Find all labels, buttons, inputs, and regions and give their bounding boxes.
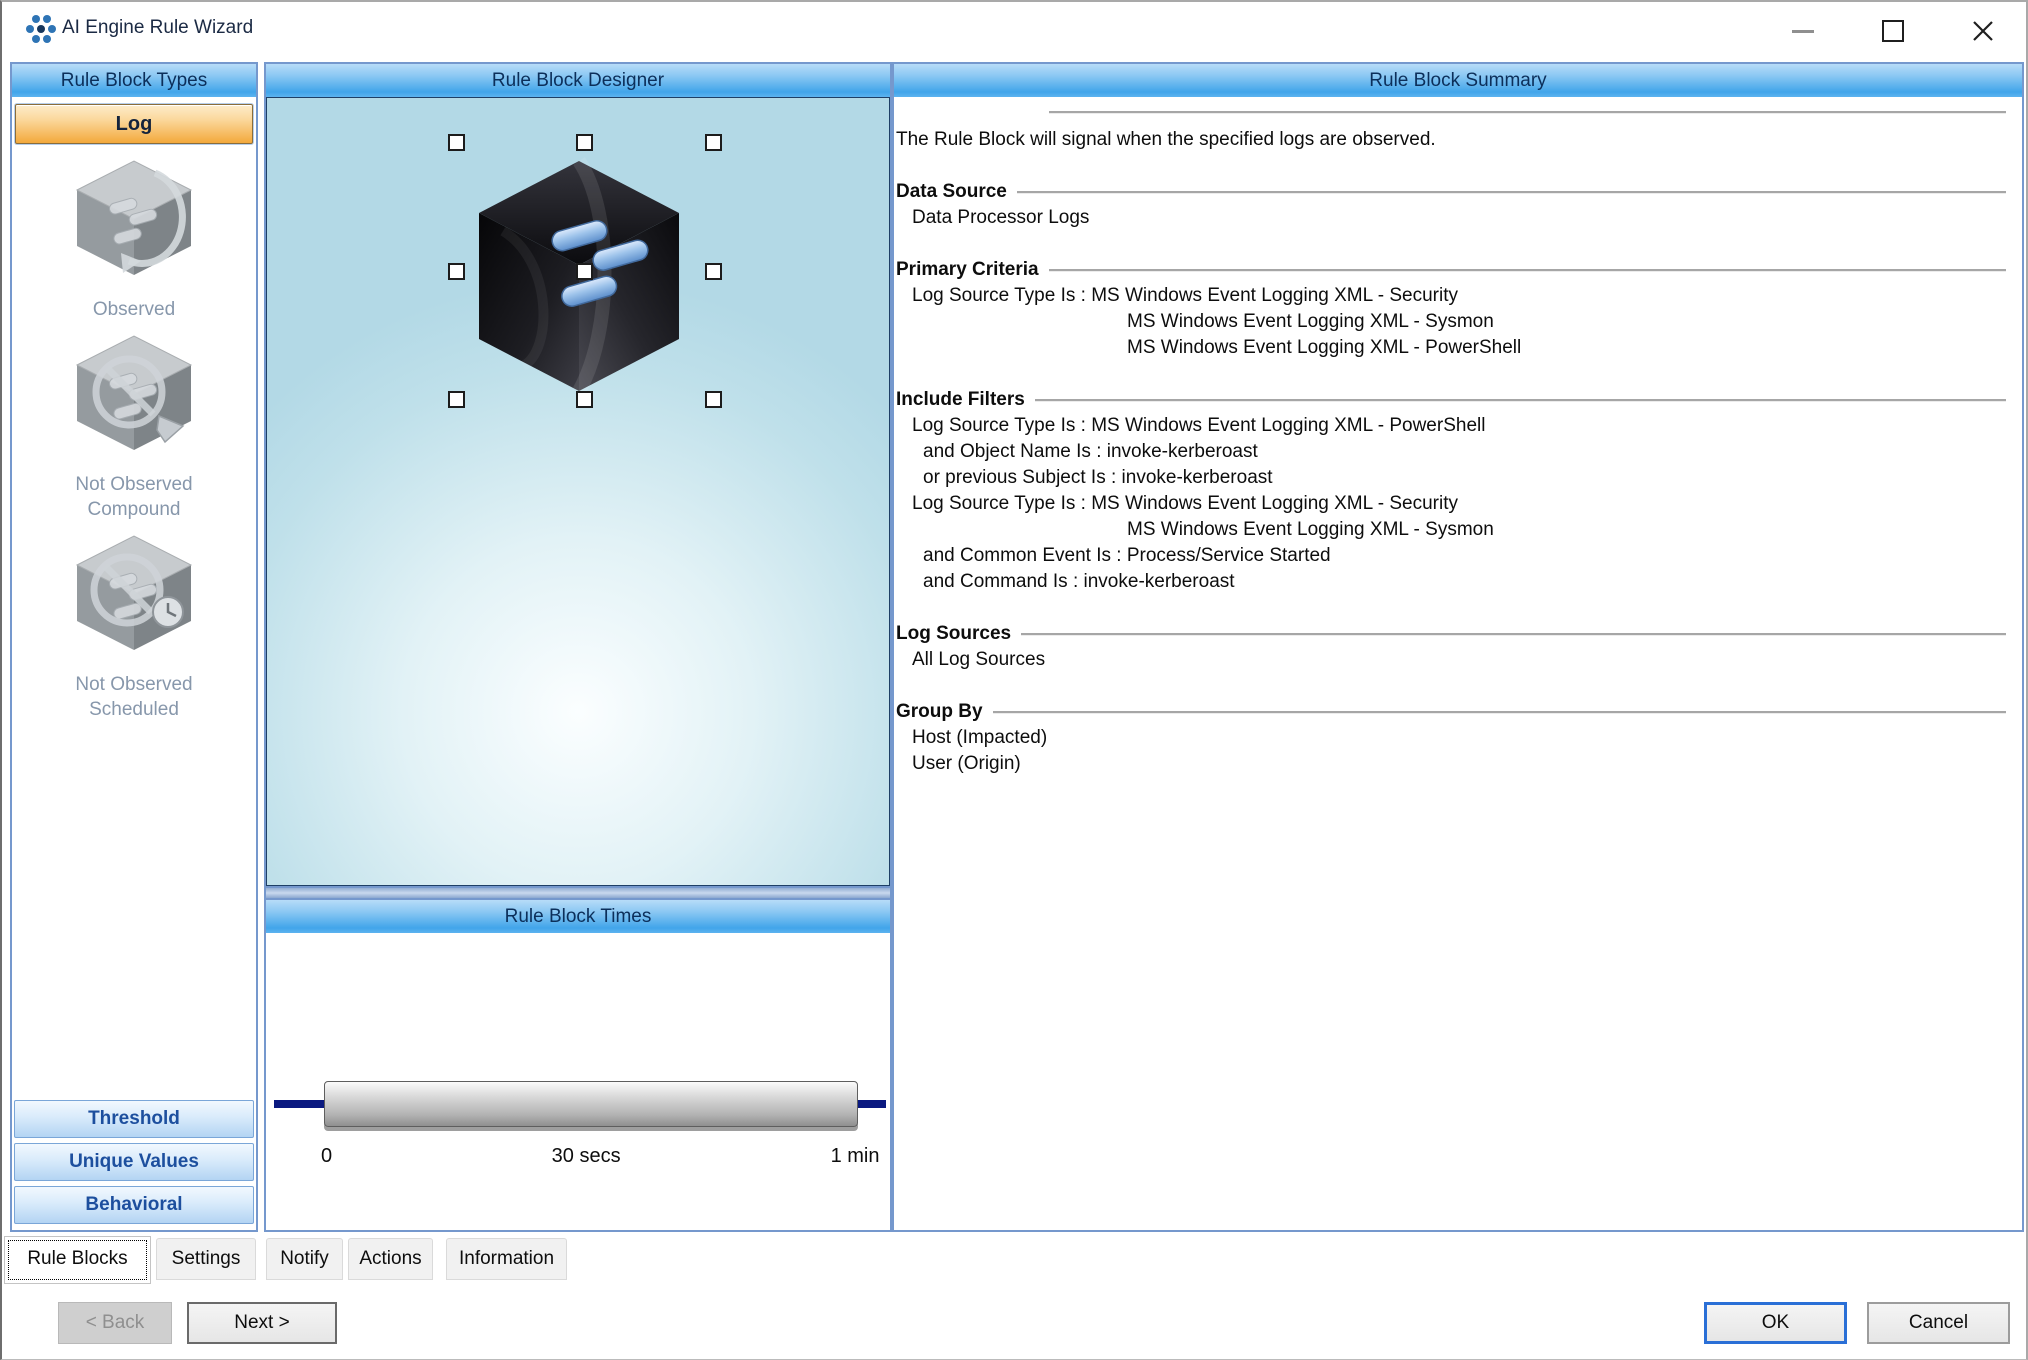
summary-section-rule <box>1021 633 2006 636</box>
time-tick-0: 0 <box>321 1145 332 1168</box>
rule-block-type-list: Observed Not ObservedCompound Not Observed… <box>12 147 256 722</box>
type-item-label: Not ObservedScheduled <box>12 672 256 722</box>
summary-line: Data Processor Logs <box>896 205 2006 231</box>
next-button[interactable]: Next > <box>187 1302 337 1344</box>
summary-section-title: Log Sources <box>896 621 1011 647</box>
rule-block-times-panel: Rule Block Times 0 30 secs 1 min <box>264 898 892 1232</box>
summary-section-heading: Primary Criteria <box>896 257 2006 283</box>
rule-block-types-header: Rule Block Types <box>12 64 256 98</box>
maximize-icon <box>1882 20 1904 42</box>
rule-block-summary-header: Rule Block Summary <box>894 64 2022 98</box>
summary-section-log-sources: Log SourcesAll Log Sources <box>896 621 2006 673</box>
summary-section-rule <box>993 711 2006 714</box>
close-button[interactable] <box>1960 12 2006 50</box>
summary-section-title: Primary Criteria <box>896 257 1039 283</box>
rule-block-designer-header: Rule Block Designer <box>266 64 890 98</box>
summary-top-rule <box>1049 111 2006 114</box>
type-category-buttons: Threshold Unique Values Behavioral <box>14 1095 254 1224</box>
maximize-button[interactable] <box>1870 12 1916 50</box>
rule-block-summary-body: The Rule Block will signal when the spec… <box>894 97 2022 1230</box>
type-item-observed[interactable]: Observed <box>12 157 256 322</box>
selection-handle-0-0[interactable] <box>448 134 465 151</box>
summary-section-primary-criteria: Primary CriteriaLog Source Type Is : MS … <box>896 257 2006 361</box>
type-item-not-observed-scheduled[interactable]: Not ObservedScheduled <box>12 532 256 722</box>
rule-block-times-header: Rule Block Times <box>266 900 890 934</box>
summary-sections: Data SourceData Processor Logs Primary Cr… <box>896 179 2006 777</box>
selection-handle-1-1[interactable] <box>576 263 593 280</box>
behavioral-type-button[interactable]: Behavioral <box>14 1186 254 1224</box>
summary-section-title: Data Source <box>896 179 1007 205</box>
type-item-label: Not ObservedCompound <box>12 472 256 522</box>
rule-block-summary-panel: Rule Block Summary The Rule Block will s… <box>892 62 2024 1232</box>
designer-times-splitter[interactable] <box>264 888 892 898</box>
tab-notify[interactable]: Notify <box>266 1238 343 1280</box>
summary-section-rule <box>1017 191 2006 194</box>
summary-section-heading: Data Source <box>896 179 2006 205</box>
summary-section-include-filters: Include FiltersLog Source Type Is : MS W… <box>896 387 2006 595</box>
summary-section-rule <box>1035 399 2006 402</box>
log-type-button[interactable]: Log <box>15 104 253 144</box>
time-tick-30-secs: 30 secs <box>552 1145 621 1168</box>
selection-handle-2-2[interactable] <box>705 391 722 408</box>
summary-line: User (Origin) <box>896 751 2006 777</box>
summary-line: All Log Sources <box>896 647 2006 673</box>
summary-section-group-by: Group ByHost (Impacted)User (Origin) <box>896 699 2006 777</box>
summary-line: and Object Name Is : invoke-kerberoast <box>896 439 2006 465</box>
summary-section-title: Include Filters <box>896 387 1025 413</box>
unique-values-type-button[interactable]: Unique Values <box>14 1143 254 1181</box>
logrhythm-dots-icon <box>24 15 54 45</box>
summary-section-data-source: Data SourceData Processor Logs <box>896 179 2006 231</box>
summary-line: and Command Is : invoke-kerberoast <box>896 569 2006 595</box>
not-observed-compound-cube-icon <box>12 332 256 454</box>
summary-line: Log Source Type Is : MS Windows Event Lo… <box>896 491 2006 517</box>
selection-handle-2-0[interactable] <box>448 391 465 408</box>
not-observed-scheduled-cube-icon <box>12 532 256 654</box>
summary-line: MS Windows Event Logging XML - PowerShel… <box>896 335 2006 361</box>
selection-handle-1-2[interactable] <box>705 263 722 280</box>
summary-line: MS Windows Event Logging XML - Sysmon <box>896 517 2006 543</box>
window-title: AI Engine Rule Wizard <box>62 17 253 39</box>
summary-section-title: Group By <box>896 699 983 725</box>
summary-intro-text: The Rule Block will signal when the spec… <box>896 127 2006 153</box>
minimize-button[interactable] <box>1780 12 1826 50</box>
title-bar: AI Engine Rule Wizard <box>2 2 2026 60</box>
selection-handle-0-2[interactable] <box>705 134 722 151</box>
type-item-label: Observed <box>12 297 256 322</box>
close-icon <box>1971 19 1995 43</box>
summary-line: Log Source Type Is : MS Windows Event Lo… <box>896 283 2006 309</box>
selection-handle-1-0[interactable] <box>448 263 465 280</box>
back-button[interactable]: < Back <box>58 1302 172 1344</box>
summary-line: or previous Subject Is : invoke-kerberoa… <box>896 465 2006 491</box>
tab-rule-blocks[interactable]: Rule Blocks <box>4 1236 151 1284</box>
summary-line: MS Windows Event Logging XML - Sysmon <box>896 309 2006 335</box>
selection-handle-2-1[interactable] <box>576 391 593 408</box>
summary-line: and Common Event Is : Process/Service St… <box>896 543 2006 569</box>
rule-block-types-panel: Rule Block Types Log Observed Not Observe… <box>10 62 258 1232</box>
type-item-not-observed-compound[interactable]: Not ObservedCompound <box>12 332 256 522</box>
rule-block-times-body: 0 30 secs 1 min <box>266 933 890 1230</box>
summary-section-rule <box>1049 269 2006 272</box>
tab-actions[interactable]: Actions <box>348 1238 433 1280</box>
summary-section-heading: Group By <box>896 699 2006 725</box>
ai-engine-rule-wizard-window: AI Engine Rule Wizard Rule Block Types L… <box>0 0 2028 1360</box>
time-range-slider[interactable] <box>324 1081 858 1127</box>
tab-settings[interactable]: Settings <box>156 1238 256 1280</box>
designer-canvas[interactable] <box>266 97 890 886</box>
cancel-button[interactable]: Cancel <box>1867 1302 2010 1344</box>
rule-block-designer-panel: Rule Block Designer <box>264 62 892 888</box>
summary-section-heading: Log Sources <box>896 621 2006 647</box>
observed-cube-icon <box>12 157 256 279</box>
summary-line: Host (Impacted) <box>896 725 2006 751</box>
minimize-icon <box>1792 30 1814 33</box>
tab-information[interactable]: Information <box>446 1238 567 1280</box>
ok-button[interactable]: OK <box>1704 1302 1847 1344</box>
selection-handle-0-1[interactable] <box>576 134 593 151</box>
summary-line: Log Source Type Is : MS Windows Event Lo… <box>896 413 2006 439</box>
rule-block-types-body: Log Observed Not ObservedCompound Not Obse… <box>12 97 256 1230</box>
time-tick-1-min: 1 min <box>831 1145 880 1168</box>
threshold-type-button[interactable]: Threshold <box>14 1100 254 1138</box>
summary-section-heading: Include Filters <box>896 387 2006 413</box>
